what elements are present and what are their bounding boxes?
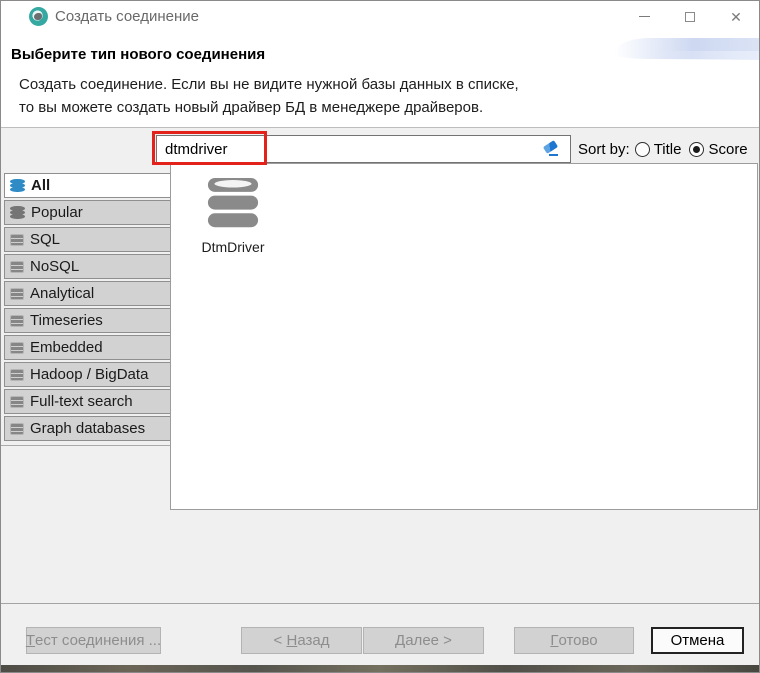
next-button[interactable]: Далее > (363, 627, 484, 654)
close-button[interactable]: ✕ (713, 1, 759, 32)
sort-option-label: Score (708, 141, 747, 158)
sidebar-item-timeseries[interactable]: Timeseries (4, 308, 171, 333)
sidebar-item-hadoop-bigdata[interactable]: Hadoop / BigData (4, 362, 171, 387)
maximize-icon (685, 12, 695, 22)
clear-search-button[interactable] (542, 139, 562, 159)
category-gray-icon (10, 396, 24, 408)
header-decoration-2 (649, 51, 759, 60)
sidebar-bottom-line (1, 445, 171, 446)
page-description: Создать соединение. Если вы не видите ну… (19, 73, 519, 119)
window-title: Создать соединение (55, 8, 199, 25)
driver-label: DtmDriver (183, 239, 283, 255)
create-connection-dialog: Создать соединение ✕ Выберите тип нового… (0, 0, 760, 673)
test-button[interactable]: Тест соединения ... (26, 627, 161, 654)
sidebar-item-sql[interactable]: SQL (4, 227, 171, 252)
page-description-line1: Создать соединение. Если вы не видите ну… (19, 73, 519, 96)
minimize-icon (639, 16, 650, 17)
category-gray-icon (10, 288, 24, 300)
footer-separator (1, 603, 759, 604)
db-stack-blue-icon (10, 179, 25, 193)
finish-button[interactable]: Готово (514, 627, 634, 654)
sidebar-item-nosql[interactable]: NoSQL (4, 254, 171, 279)
sort-radio-score[interactable]: Score (689, 141, 747, 158)
page-title: Выберите тип нового соединения (11, 46, 265, 63)
driver-search-input[interactable] (156, 135, 571, 163)
eraser-icon (543, 140, 558, 154)
cancel-button[interactable]: Отмена (651, 627, 744, 654)
minimize-button[interactable] (621, 1, 667, 32)
database-icon (205, 178, 261, 230)
desktop-edge (1, 665, 759, 672)
eraser-icon-underline (549, 154, 558, 156)
category-gray-icon (10, 369, 24, 381)
sort-controls: Sort by: Title Score (578, 135, 756, 163)
sidebar-item-popular[interactable]: Popular (4, 200, 171, 225)
sidebar-item-fulltext-search[interactable]: Full-text search (4, 389, 171, 414)
sort-radio-title[interactable]: Title (635, 141, 682, 158)
page-description-line2: то вы можете создать новый драйвер БД в … (19, 96, 519, 119)
sidebar-item-analytical[interactable]: Analytical (4, 281, 171, 306)
wizard-header: Выберите тип нового соединения Создать с… (1, 33, 759, 127)
titlebar[interactable]: Создать соединение ✕ (1, 1, 759, 33)
close-icon: ✕ (730, 10, 742, 24)
back-button[interactable]: < Назад (241, 627, 362, 654)
sidebar-item-graph-databases[interactable]: Graph databases (4, 416, 171, 441)
sort-option-label: Title (654, 141, 682, 158)
category-gray-icon (10, 423, 24, 435)
radio-icon (635, 142, 650, 157)
category-gray-icon (10, 342, 24, 354)
category-gray-icon (10, 234, 24, 246)
sidebar-item-embedded[interactable]: Embedded (4, 335, 171, 360)
db-stack-gray-icon (10, 206, 25, 220)
sidebar-item-all[interactable]: All (4, 173, 171, 198)
maximize-button[interactable] (667, 1, 713, 32)
driver-list-panel: DtmDriver (171, 163, 758, 510)
category-gray-icon (10, 261, 24, 273)
window-controls: ✕ (621, 1, 759, 32)
header-separator (1, 127, 759, 128)
sort-by-label: Sort by: (578, 141, 630, 158)
category-sidebar: All Popular SQL NoSQL Analytical Timeser… (4, 173, 171, 443)
driver-tile-dtmdriver[interactable]: DtmDriver (183, 178, 283, 255)
radio-icon (689, 142, 704, 157)
category-gray-icon (10, 315, 24, 327)
dbeaver-logo-icon (29, 7, 48, 26)
